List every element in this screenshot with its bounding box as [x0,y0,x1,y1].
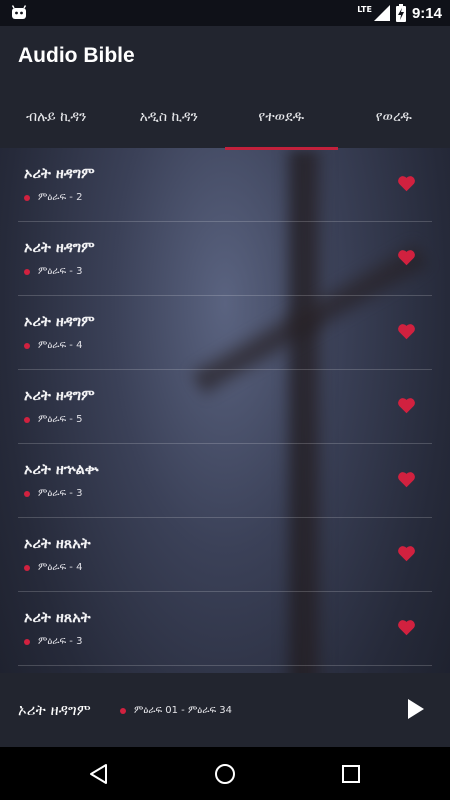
player-book-title: ኦሪት ዘዳግም [18,701,91,719]
list-item[interactable]: ኦሪት ዘዳግም ምዕራፍ - 4 [18,296,432,370]
item-chapter: ምዕራፍ - 4 [24,340,82,351]
player-range-label: ምዕራፍ 01 - ምዕራፍ 34 [134,705,232,716]
chapter-label: ምዕራፍ - 4 [38,340,83,351]
system-nav-bar [0,747,450,800]
heart-icon[interactable] [397,323,416,340]
bullet-dot-icon [24,268,30,275]
recents-icon[interactable] [338,761,364,787]
item-title: ኦሪት ዘኍልቍ [24,462,99,478]
bullet-dot-icon [24,638,30,645]
chapter-label: ምዕራፍ - 2 [38,192,83,203]
chapter-label: ምዕራፍ - 5 [38,414,83,425]
play-icon[interactable] [404,697,426,721]
bullet-dot-icon [24,342,30,349]
item-title: ኦሪት ዘጸአት [24,610,91,626]
chapter-label: ምዕራፍ - 3 [38,636,83,647]
list-item[interactable]: ኦሪት ዘዳግም ምዕራፍ - 5 [18,370,432,444]
list-item[interactable]: ኦሪት ዘዳግም ምዕራፍ - 3 [18,222,432,296]
player-chapter-range: ምዕራፍ 01 - ምዕራፍ 34 [120,705,232,716]
app-title: Audio Bible [18,44,135,67]
chapter-label: ምዕራፍ - 4 [38,562,83,573]
tab-favorites[interactable]: የተወደዱ [225,102,338,150]
item-chapter: ምዕራፍ - 5 [24,414,82,425]
item-chapter: ምዕራፍ - 4 [24,562,82,573]
item-title: ኦሪት ዘዳግም [24,314,95,330]
item-chapter: ምዕራፍ - 3 [24,266,82,277]
lte-signal-icon [373,5,390,21]
list-item[interactable]: ኦሪት ዘዳግም ምዕራፍ - 2 [18,148,432,222]
bullet-dot-icon [24,564,30,571]
chapter-label: ምዕራፍ - 3 [38,488,83,499]
heart-icon[interactable] [397,397,416,414]
item-chapter: ምዕራፍ - 2 [24,192,82,203]
bullet-dot-icon [24,490,30,497]
list-item[interactable]: ኦሪት ዘኍልቍ ምዕራፍ - 3 [18,444,432,518]
app-bar: Audio Bible ብሉይ ኪዳን አዲስ ኪዳን የተወደዱ የወረዱ [0,26,450,150]
chapter-label: ምዕራፍ - 3 [38,266,83,277]
heart-icon[interactable] [397,619,416,636]
item-title: ኦሪት ዘጸአት [24,536,91,552]
bullet-dot-icon [24,416,30,423]
heart-icon[interactable] [397,471,416,488]
home-icon[interactable] [212,761,238,787]
item-title: ኦሪት ዘዳግም [24,388,95,404]
tab-downloads[interactable]: የወረዱ [338,102,450,148]
item-title: ኦሪት ዘዳግም [24,240,95,256]
list-item[interactable]: ኦሪት ዘጸአት ምዕራፍ - 4 [18,518,432,592]
heart-icon[interactable] [397,545,416,562]
tab-old-testament[interactable]: ብሉይ ኪዳን [0,102,113,148]
battery-charging-icon [395,4,406,22]
bullet-dot-icon [24,194,30,201]
mini-player[interactable]: ኦሪት ዘዳግም ምዕራፍ 01 - ምዕራፍ 34 [0,673,450,747]
status-bar: LTE 9:14 [0,0,450,26]
item-title: ኦሪት ዘዳግም [24,166,95,182]
tab-bar: ብሉይ ኪዳን አዲስ ኪዳን የተወደዱ የወረዱ [0,102,450,150]
android-icon [11,5,27,19]
tab-new-testament[interactable]: አዲስ ኪዳን [113,102,226,148]
clock: 9:14 [411,4,442,22]
list-item[interactable]: ኦሪት ዘጸአት ምዕራፍ - 3 [18,592,432,666]
heart-icon[interactable] [397,249,416,266]
heart-icon[interactable] [397,175,416,192]
bullet-dot-icon [120,707,126,714]
network-type-label: LTE [357,4,372,14]
favorites-list: ኦሪት ዘዳግም ምዕራፍ - 2 ኦሪት ዘዳግም ምዕራፍ - 3 ኦሪት … [18,148,432,666]
back-icon[interactable] [86,761,112,787]
item-chapter: ምዕራፍ - 3 [24,636,82,647]
item-chapter: ምዕራፍ - 3 [24,488,82,499]
